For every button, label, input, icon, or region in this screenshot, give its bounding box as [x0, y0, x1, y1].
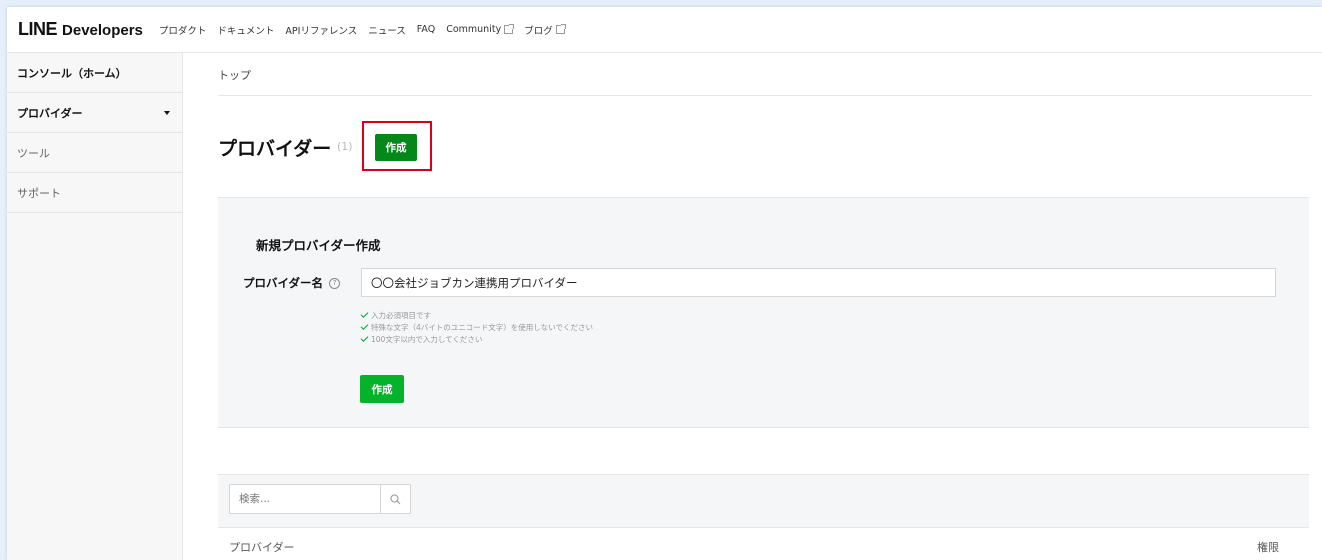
nav-api-reference[interactable]: APIリファレンス	[285, 23, 357, 37]
check-icon	[360, 321, 369, 330]
sidebar-item-label: サポート	[17, 186, 61, 200]
divider	[218, 95, 1312, 96]
nav-news-label: ニュース	[368, 25, 406, 37]
sidebar-item-console-home[interactable]: コンソール（ホーム）	[7, 53, 182, 93]
validation-item: 入力必須項目です	[360, 309, 593, 321]
provider-name-label: プロバイダー名 ?	[243, 275, 341, 291]
breadcrumb-top[interactable]: トップ	[218, 67, 251, 83]
validation-item: 特殊な文字（4バイトのユニコード文字）を使用しないでください	[360, 321, 594, 333]
logo-line-text: LINE	[18, 19, 58, 39]
search-button[interactable]	[380, 485, 410, 513]
sidebar-item-label: ツール	[17, 146, 50, 160]
sidebar: コンソール（ホーム） プロバイダー ツール サポート	[7, 53, 183, 560]
sidebar-item-label: コンソール（ホーム）	[17, 66, 127, 80]
column-header-permission[interactable]: 権限	[1257, 539, 1279, 555]
nav-faq[interactable]: FAQ	[417, 24, 435, 35]
search-input[interactable]	[230, 485, 380, 513]
nav-community-label: Community	[446, 24, 502, 35]
provider-name-input[interactable]	[361, 268, 1276, 297]
external-link-icon	[504, 24, 515, 34]
caret-down-icon	[164, 110, 170, 115]
nav-documents[interactable]: ドキュメント	[217, 23, 274, 37]
check-icon	[360, 309, 369, 318]
nav-faq-label: FAQ	[416, 24, 436, 35]
search-icon	[390, 493, 401, 504]
page-title: プロバイダー	[218, 138, 332, 160]
highlight-annotation	[362, 121, 432, 171]
nav-news[interactable]: ニュース	[368, 23, 406, 37]
logo-developers-text: Developers	[62, 22, 143, 39]
validation-text: 特殊な文字（4バイトのユニコード文字）を使用しないでください	[371, 322, 594, 332]
validation-item: 100文字以内で入力してください	[360, 333, 593, 345]
nav-products-label: プロダクト	[158, 25, 207, 37]
nav-blog-label: ブログ	[524, 25, 553, 37]
sidebar-item-providers[interactable]: プロバイダー	[7, 93, 182, 133]
top-navigation: LINE Developers プロダクト ドキュメント APIリファレンス ニ…	[7, 7, 1322, 53]
nav-documents-label: ドキュメント	[217, 25, 275, 37]
new-provider-heading: 新規プロバイダー作成	[256, 238, 381, 253]
validation-text: 100文字以内で入力してください	[371, 334, 483, 344]
line-developers-logo[interactable]: LINE Developers	[18, 19, 143, 40]
sidebar-item-support[interactable]: サポート	[7, 173, 182, 213]
validation-text: 入力必須項目です	[371, 310, 431, 320]
external-link-icon	[555, 24, 566, 34]
provider-count: (1)	[337, 140, 353, 153]
submit-create-button[interactable]: 作成	[360, 375, 404, 403]
column-header-provider[interactable]: プロバイダー	[229, 539, 295, 555]
sidebar-item-tools[interactable]: ツール	[7, 133, 182, 173]
nav-blog[interactable]: ブログ	[524, 23, 566, 37]
check-icon	[360, 333, 369, 342]
search-box	[229, 484, 411, 514]
provider-name-label-text: プロバイダー名	[243, 276, 324, 290]
console-window: LINE Developers プロダクト ドキュメント APIリファレンス ニ…	[7, 7, 1322, 560]
nav-community[interactable]: Community	[446, 24, 515, 35]
validation-list: 入力必須項目です 特殊な文字（4バイトのユニコード文字）を使用しないでください …	[360, 309, 594, 345]
nav-api-reference-label: APIリファレンス	[285, 25, 358, 37]
nav-products[interactable]: プロダクト	[159, 23, 207, 37]
sidebar-item-label: プロバイダー	[17, 106, 83, 120]
help-icon[interactable]: ?	[329, 277, 341, 289]
